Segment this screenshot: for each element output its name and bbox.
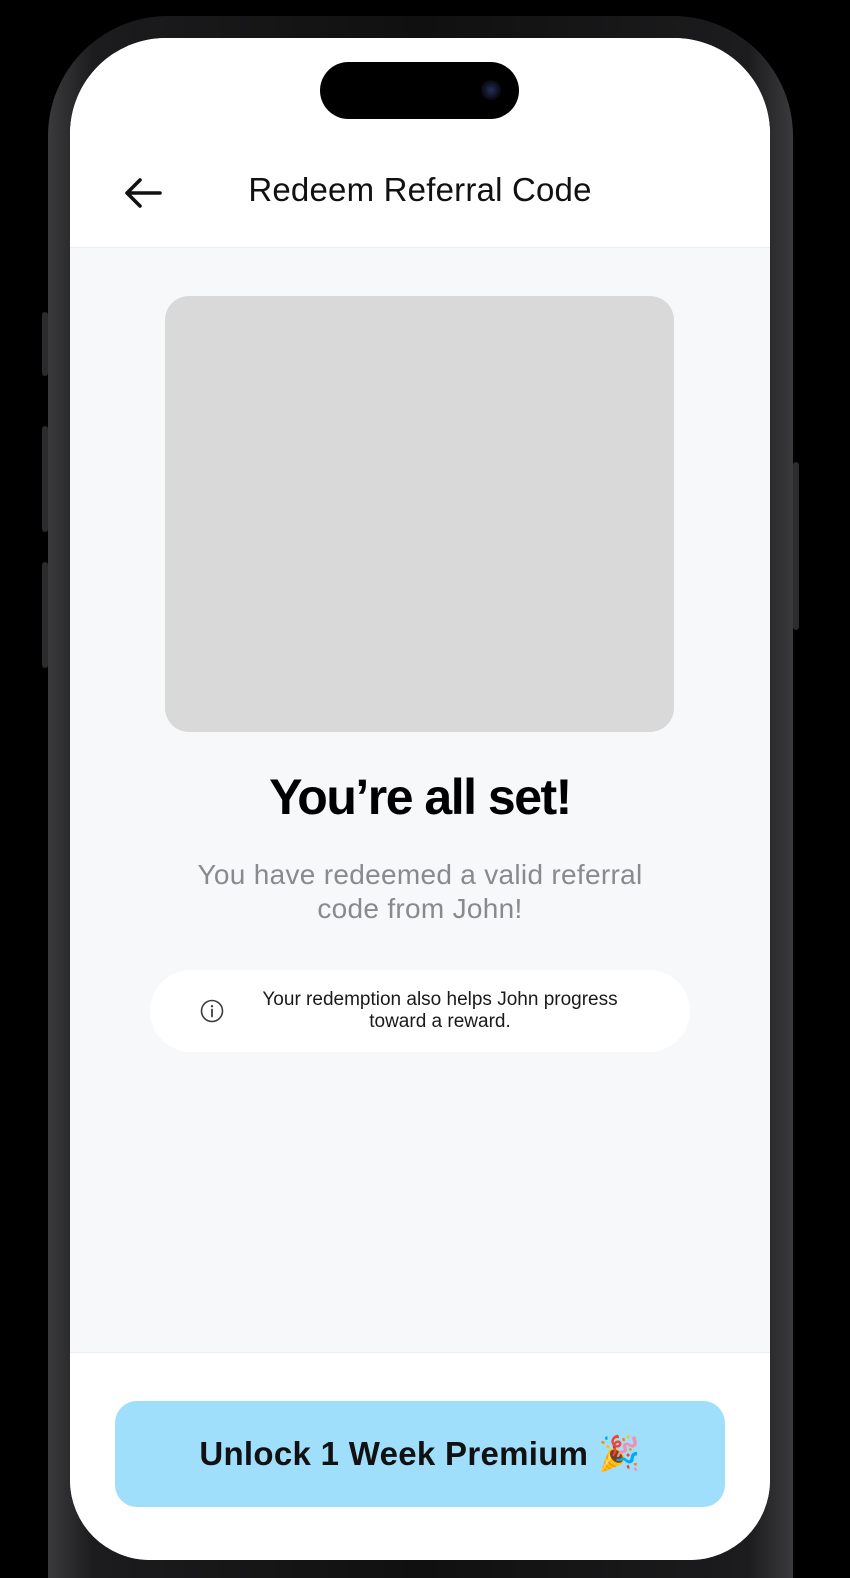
unlock-premium-button[interactable]: Unlock 1 Week Premium 🎉 — [115, 1401, 725, 1507]
bottom-bar: Unlock 1 Week Premium 🎉 — [70, 1352, 770, 1560]
info-banner: Your redemption also helps John progress… — [150, 970, 690, 1052]
info-banner-text: Your redemption also helps John progress… — [262, 989, 618, 1032]
info-circle-icon — [200, 999, 224, 1023]
dynamic-island — [320, 62, 519, 119]
hero-image-placeholder — [165, 296, 674, 732]
main-content: You’re all set! You have redeemed a vali… — [70, 248, 770, 1352]
unlock-premium-label: Unlock 1 Week Premium — [199, 1435, 589, 1472]
success-headline: You’re all set! — [269, 769, 572, 825]
party-popper-icon: 🎉 — [598, 1435, 641, 1473]
power-button — [793, 462, 799, 630]
camera-icon — [481, 80, 501, 100]
page-title: Redeem Referral Code — [248, 171, 592, 208]
app-screen: Redeem Referral Code You’re all set! You… — [70, 38, 770, 1560]
volume-up-button — [42, 426, 48, 532]
action-button — [42, 312, 48, 376]
success-subtext: You have redeemed a valid referral code … — [197, 859, 643, 924]
volume-down-button — [42, 562, 48, 668]
